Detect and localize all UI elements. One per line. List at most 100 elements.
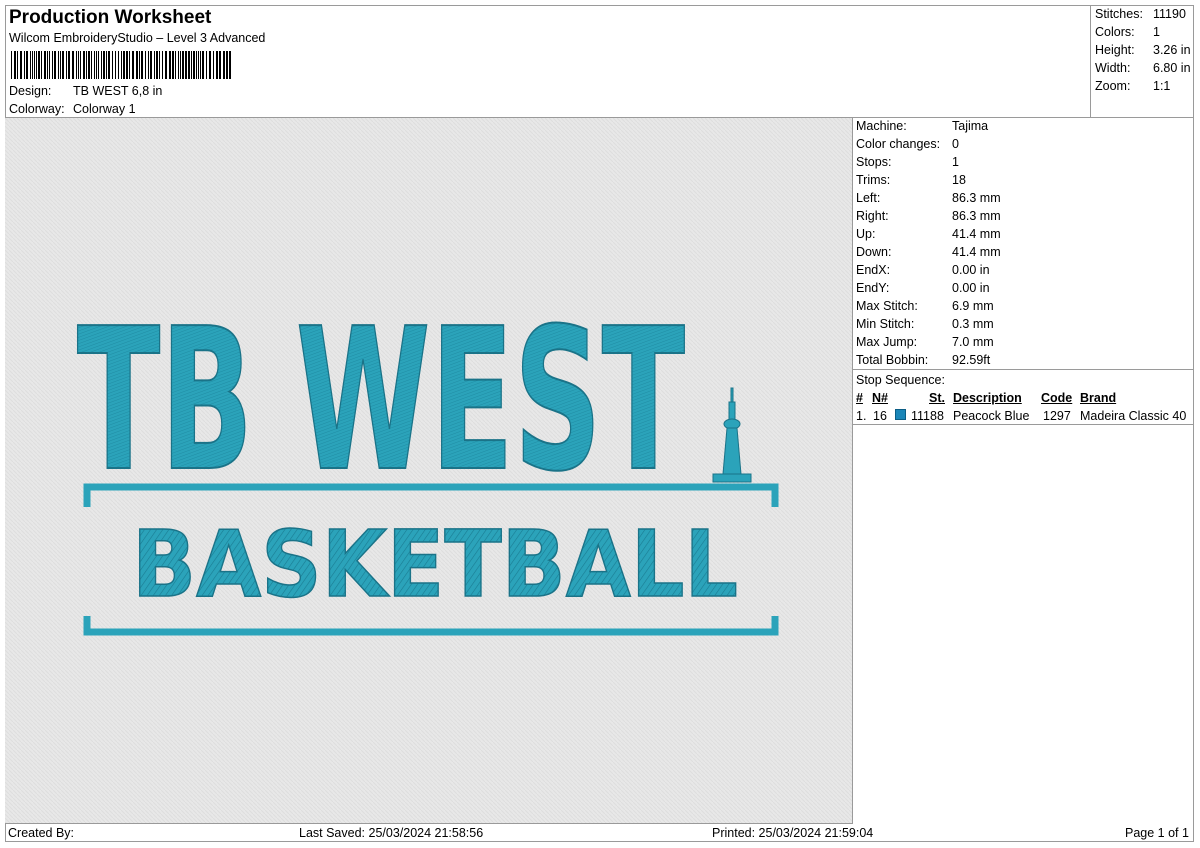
page-title: Production Worksheet — [9, 7, 212, 28]
barcode-bar — [91, 51, 92, 79]
barcode-bar — [223, 51, 225, 79]
machine-info-label: Up: — [856, 227, 876, 241]
col-brand: Brand — [1080, 391, 1117, 405]
machine-info-row: EndY: 0.00 in — [856, 281, 990, 295]
machine-info-row: Right: 86.3 mm — [856, 209, 1001, 223]
barcode-bar — [66, 51, 67, 79]
barcode-bar — [30, 51, 31, 79]
design-text-line2: BASKETBALL — [132, 511, 738, 618]
barcode-bar — [108, 51, 110, 79]
barcode-bar — [198, 51, 199, 79]
barcode-bar — [169, 51, 171, 79]
barcode-bar — [58, 51, 59, 79]
barcode-bar — [80, 51, 81, 79]
barcode-bar — [54, 51, 56, 79]
barcode-bar — [216, 51, 218, 79]
barcode-bar — [139, 51, 140, 79]
machine-info-row: Machine: Tajima — [856, 119, 988, 133]
barcode-bar — [72, 51, 74, 79]
machine-info-label: Max Stitch: — [856, 299, 918, 313]
barcode-bar — [115, 51, 116, 79]
barcode-bar — [62, 51, 64, 79]
machine-info-value: 1 — [952, 155, 959, 169]
machine-info-row: Total Bobbin: 92.59ft — [856, 353, 990, 367]
machine-info-row: EndX: 0.00 in — [856, 263, 990, 277]
col-stitches: St. — [929, 391, 945, 405]
summary-row: Height: 3.26 in — [1095, 43, 1195, 57]
barcode-bar — [47, 51, 48, 79]
stop-needle: 16 — [873, 409, 887, 423]
barcode-bar — [178, 51, 179, 79]
machine-info-value: 0.3 mm — [952, 317, 994, 331]
thread-color-swatch — [895, 409, 906, 420]
machine-info-row: Trims: 18 — [856, 173, 966, 187]
summary-label: Colors: — [1095, 25, 1135, 39]
summary-value: 1 — [1153, 25, 1160, 39]
design-row: Design: TB WEST 6,8 in — [9, 84, 162, 98]
barcode-bar — [112, 51, 113, 79]
barcode-bar — [44, 51, 46, 79]
barcode-bar — [180, 51, 181, 79]
summary-value: 6.80 in — [1153, 61, 1191, 75]
barcode-bar — [86, 51, 87, 79]
summary-label: Stitches: — [1095, 7, 1143, 21]
barcode-bar — [141, 51, 143, 79]
machine-info-value: 6.9 mm — [952, 299, 994, 313]
barcode-bar — [193, 51, 195, 79]
summary-label: Width: — [1095, 61, 1131, 75]
barcode — [11, 51, 231, 79]
barcode-bar — [123, 51, 125, 79]
colorway-row: Colorway: Colorway 1 — [9, 102, 136, 116]
barcode-bar — [76, 51, 77, 79]
barcode-bar — [136, 51, 138, 79]
machine-info-label: Trims: — [856, 173, 891, 187]
barcode-bar — [145, 51, 146, 79]
barcode-bar — [83, 51, 85, 79]
barcode-bar — [34, 51, 35, 79]
worksheet-footer: Created By: Last Saved: 25/03/2024 21:58… — [5, 824, 1194, 842]
barcode-bar — [162, 51, 163, 79]
colorway-value: Colorway 1 — [73, 102, 136, 116]
barcode-bar — [103, 51, 105, 79]
barcode-bar — [52, 51, 53, 79]
worksheet-header: Production Worksheet Wilcom EmbroiderySt… — [5, 5, 1091, 118]
design-text-line1: TB WEST — [77, 287, 685, 515]
machine-info-label: Machine: — [856, 119, 907, 133]
barcode-bar — [206, 51, 207, 79]
machine-info-value: 41.4 mm — [952, 245, 1001, 259]
barcode-bar — [78, 51, 79, 79]
barcode-bar — [68, 51, 70, 79]
barcode-bar — [188, 51, 190, 79]
barcode-bar — [159, 51, 160, 79]
barcode-bar — [94, 51, 95, 79]
design-label: Design: — [9, 84, 52, 98]
barcode-bar — [41, 51, 42, 79]
stop-code: 1297 — [1043, 409, 1071, 423]
barcode-bar — [126, 51, 128, 79]
barcode-bar — [101, 51, 102, 79]
summary-value: 3.26 in — [1153, 43, 1191, 57]
barcode-bar — [191, 51, 192, 79]
barcode-bar — [118, 51, 119, 79]
barcode-bar — [132, 51, 134, 79]
machine-info-value: 41.4 mm — [952, 227, 1001, 241]
barcode-bar — [172, 51, 174, 79]
summary-label: Zoom: — [1095, 79, 1131, 93]
barcode-bar — [11, 51, 12, 79]
summary-label: Height: — [1095, 43, 1135, 57]
barcode-bar — [36, 51, 37, 79]
machine-info-value: 0 — [952, 137, 959, 151]
summary-row: Stitches: 11190 — [1095, 7, 1195, 21]
barcode-bar — [226, 51, 228, 79]
machine-info-label: Min Stitch: — [856, 317, 915, 331]
barcode-bar — [121, 51, 122, 79]
machine-info-row: Max Jump: 7.0 mm — [856, 335, 994, 349]
stop-stitches: 11188 — [911, 409, 944, 423]
machine-info-label: EndX: — [856, 263, 891, 277]
barcode-bar — [98, 51, 99, 79]
design-preview: TB WEST BASKETBALL — [5, 118, 853, 824]
barcode-bar — [150, 51, 152, 79]
machine-info-value: 86.3 mm — [952, 209, 1001, 223]
barcode-bar — [24, 51, 25, 79]
machine-info-label: Down: — [856, 245, 892, 259]
